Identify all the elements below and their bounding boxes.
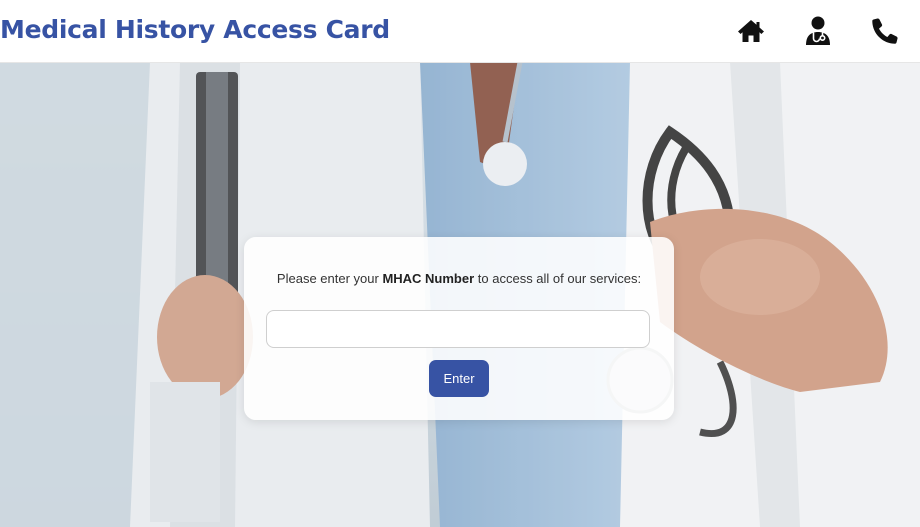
- mhac-login-card: Please enter your MHAC Number to access …: [244, 237, 674, 420]
- prompt-text-after: to access all of our services:: [474, 271, 642, 286]
- enter-button[interactable]: Enter: [429, 360, 489, 397]
- site-header: Medical History Access Card: [0, 0, 920, 63]
- prompt-text-before: Please enter your: [276, 271, 383, 286]
- phone-icon: [872, 18, 898, 44]
- mhac-number-input[interactable]: [266, 310, 650, 348]
- doctor-button[interactable]: [801, 14, 835, 48]
- doctor-icon: [806, 16, 830, 45]
- page-title: Medical History Access Card: [0, 15, 390, 44]
- header-nav: [734, 14, 902, 48]
- phone-button[interactable]: [868, 14, 902, 48]
- home-button[interactable]: [734, 14, 768, 48]
- page: Medical History Access Card Please enter…: [0, 0, 920, 527]
- mhac-prompt: Please enter your MHAC Number to access …: [244, 271, 674, 286]
- prompt-text-bold: MHAC Number: [382, 271, 475, 286]
- home-icon: [738, 20, 764, 42]
